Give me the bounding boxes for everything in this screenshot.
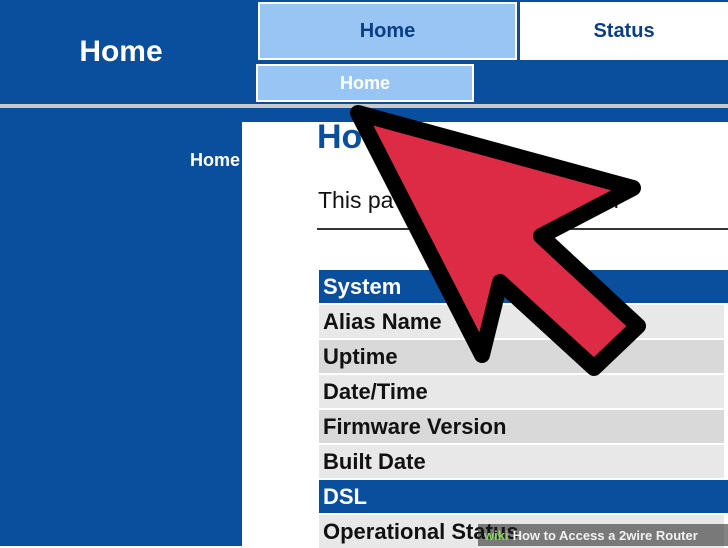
left-sidebar [0,108,242,546]
sidebar-item-home[interactable]: Home [150,150,240,171]
subtab-home[interactable]: Home [256,64,474,102]
caption-text: How to Access a 2wire Router [512,527,698,543]
page-description: This pa status an [318,187,728,214]
table-section-system: System [319,270,728,303]
table-row-label: System [323,273,402,299]
page-title: Ho [317,118,363,156]
table-row-label: Uptime [323,343,398,369]
table-row-label: Alias Name [323,308,442,334]
wikihow-logo: wiki [484,527,509,543]
tab-home[interactable]: Home [258,2,517,60]
table-row-label: DSL [323,483,367,509]
table-row-label: Date/Time [323,378,428,404]
tab-status[interactable]: Status [520,2,728,60]
table-row-label: Firmware Version [323,413,507,439]
content-top-strip [242,108,728,122]
left-header-title: Home [79,35,163,68]
page-description-left: This pa [318,187,394,213]
caption-bar: wiki How to Access a 2wire Router [478,524,728,546]
table-row-label: Built Date [323,448,426,474]
table-row: Alias Name [319,305,728,338]
page-description-right: status an [525,187,619,213]
table-row: Built Date [319,445,728,478]
table-section-dsl: DSL [319,480,728,513]
table-row: Uptime [319,340,728,373]
table-row: Date/Time [319,375,728,408]
table-row: Firmware Version [319,410,728,443]
left-header-panel: Home [0,0,256,104]
content-divider [317,228,728,230]
